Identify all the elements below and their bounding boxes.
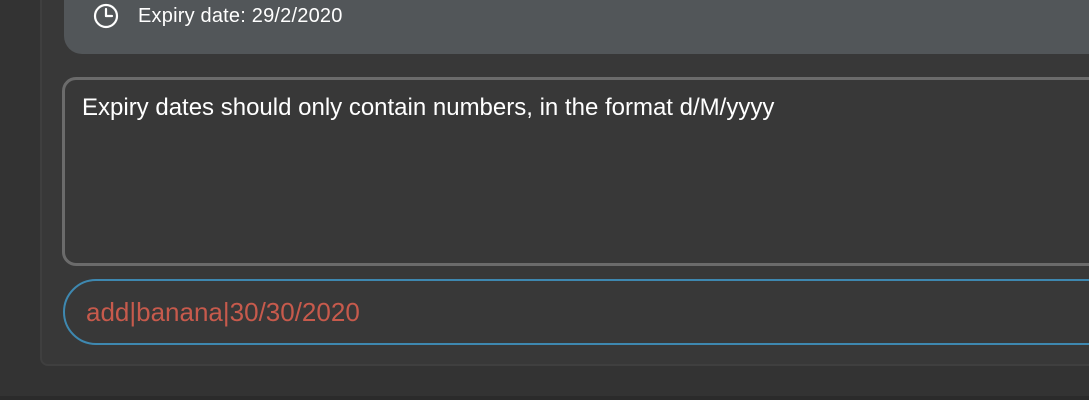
expiry-row: Expiry date: 29/2/2020 <box>93 3 343 29</box>
result-message: Expiry dates should only contain numbers… <box>82 94 775 121</box>
command-input[interactable] <box>86 281 1086 343</box>
clock-icon <box>93 3 119 29</box>
command-box[interactable] <box>63 279 1089 345</box>
bottom-edge <box>0 396 1089 400</box>
result-display: Expiry dates should only contain numbers… <box>62 77 1089 266</box>
expiry-date-label: Expiry date: 29/2/2020 <box>138 4 343 27</box>
